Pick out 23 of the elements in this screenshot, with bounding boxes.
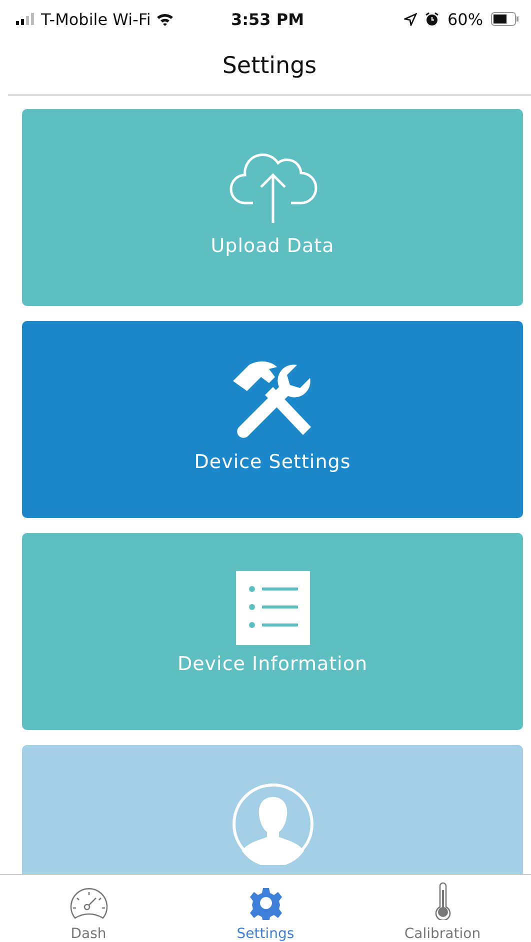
- tab-bar-item[interactable]: Dash: [0, 875, 177, 942]
- battery-percent: 60%: [447, 10, 484, 28]
- card-label: Device Settings: [194, 451, 351, 473]
- page-title: Settings: [222, 53, 317, 79]
- carrier-name: T-Mobile Wi-Fi: [41, 10, 151, 28]
- speedometer-icon: [68, 888, 108, 920]
- gear-icon: [248, 886, 282, 920]
- thermometer-icon: [432, 882, 452, 920]
- tab-bar-item[interactable]: Settings: [177, 875, 354, 942]
- battery-icon: [491, 12, 520, 26]
- menu-card[interactable]: Device Information: [22, 533, 523, 730]
- menu-card[interactable]: Upload Data: [22, 109, 523, 306]
- user-avatar-icon: [232, 783, 314, 865]
- alarm-clock-icon: [425, 12, 440, 26]
- location-arrow-icon: [404, 12, 418, 26]
- list-icon: [236, 571, 310, 645]
- tab-bar-item[interactable]: Calibration: [354, 875, 531, 942]
- card-label: Upload Data: [210, 235, 334, 257]
- menu-card[interactable]: Device Settings: [22, 321, 523, 518]
- status-time: 3:53 PM: [231, 10, 304, 28]
- wifi-icon: [156, 12, 174, 26]
- card-label: Device Information: [177, 653, 368, 675]
- signal-icon: [16, 13, 36, 25]
